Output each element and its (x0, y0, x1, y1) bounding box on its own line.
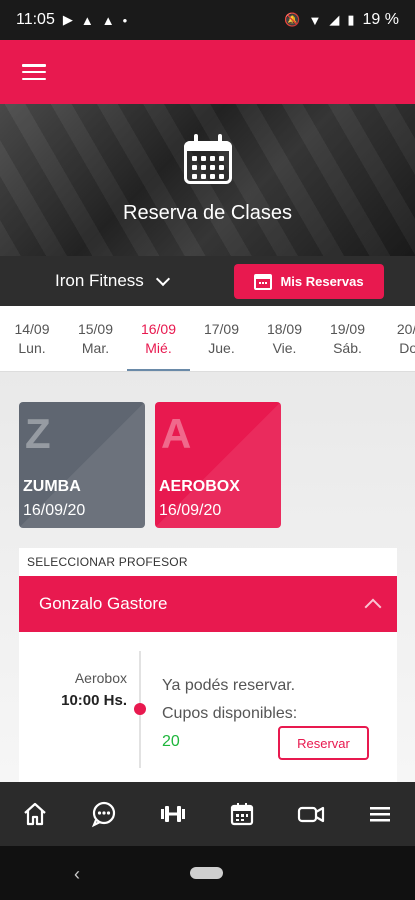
day-date: 19/09 (329, 320, 366, 337)
calendar-icon (183, 134, 232, 184)
class-name: ZUMBA (23, 478, 81, 495)
class-list: Z ZUMBA 16/09/20 A AEROBOX 16/09/20 SELE… (0, 372, 415, 782)
home-gesture-pill[interactable] (190, 867, 223, 879)
class-date: 16/09/20 (159, 502, 222, 519)
day-date: 16/09 (140, 320, 177, 337)
day-weekday: Mié. (145, 339, 172, 356)
menu-icon[interactable] (360, 794, 400, 834)
day-weekday: Vie. (272, 339, 297, 356)
calendar-icon (254, 273, 273, 290)
chevron-up-icon (364, 598, 382, 616)
day-weekday: Sáb. (333, 339, 362, 356)
day-tab[interactable]: 15/09 Mar. (64, 306, 127, 371)
battery-level: 19 % (362, 11, 399, 28)
professor-accordion[interactable]: Gonzalo Gastore (19, 576, 397, 632)
back-icon[interactable]: ‹ (74, 864, 80, 885)
youtube-icon: ▶ (62, 12, 73, 27)
system-nav-bar: ‹ (0, 846, 415, 900)
day-tab[interactable]: 14/09 Lun. (0, 306, 64, 371)
dumbbell-icon[interactable] (153, 794, 193, 834)
slot-cupos-value: 20 (162, 733, 180, 750)
day-selector: 14/09 Lun. 15/09 Mar. 16/09 Mié. 17/09 Jue. … (0, 306, 415, 372)
class-letter: Z (25, 410, 51, 457)
day-date: 17/09 (203, 320, 240, 337)
day-date: 14/09 (14, 320, 50, 337)
status-time: 11:05 (16, 11, 55, 28)
video-icon[interactable] (291, 794, 331, 834)
chat-icon[interactable] (84, 794, 124, 834)
signal-icon: ◢ (329, 12, 340, 27)
calendar-icon[interactable] (222, 794, 262, 834)
gym-bar: Iron Fitness Mis Reservas (0, 256, 415, 306)
class-slot: Aerobox 10:00 Hs. Ya podés reservar. Cup… (19, 632, 397, 782)
reserve-button[interactable]: Reservar (278, 726, 369, 760)
app-notification-icon: ▲ (101, 12, 115, 28)
status-bar: 11:05 ▶ ▲ ▲ • 🔕 ▼ ◢ ▮ 19 % (0, 0, 415, 40)
class-card-aerobox[interactable]: A AEROBOX 16/09/20 (155, 402, 281, 528)
day-weekday: Dor (399, 339, 415, 356)
day-weekday: Lun. (18, 339, 46, 356)
day-tab[interactable]: 17/09 Jue. (190, 306, 253, 371)
class-name: AEROBOX (159, 478, 240, 495)
slot-status: Ya podés reservar. (162, 677, 296, 694)
day-tab[interactable]: 18/09 Vie. (253, 306, 316, 371)
home-icon[interactable] (15, 794, 55, 834)
professor-name: Gonzalo Gastore (39, 594, 168, 613)
chevron-down-icon (155, 271, 170, 286)
day-date: 20/0 (396, 320, 415, 337)
class-letter: A (161, 410, 192, 457)
more-notifications-icon: • (122, 12, 128, 28)
slot-time: 10:00 Hs. (61, 692, 127, 709)
hero-banner: Reserva de Clases (0, 104, 415, 256)
mute-icon: 🔕 (284, 12, 301, 27)
timeline-dot (134, 703, 146, 715)
my-reservations-label: Mis Reservas (280, 274, 364, 289)
class-date: 16/09/20 (23, 502, 86, 519)
day-tab[interactable]: 19/09 Sáb. (316, 306, 379, 371)
wifi-icon: ▼ (308, 12, 322, 28)
panel-label: SELECCIONAR PROFESOR (27, 555, 188, 569)
day-date: 15/09 (77, 320, 114, 337)
day-weekday: Mar. (81, 339, 110, 356)
battery-icon: ▮ (347, 12, 355, 27)
professor-panel: SELECCIONAR PROFESOR Gonzalo Gastore Aer… (19, 548, 397, 782)
slot-class-name: Aerobox (74, 670, 127, 686)
my-reservations-button[interactable]: Mis Reservas (234, 264, 384, 299)
day-weekday: Jue. (208, 339, 235, 356)
app-notification-icon: ▲ (80, 12, 94, 28)
class-card-zumba[interactable]: Z ZUMBA 16/09/20 (19, 402, 145, 528)
bottom-nav (0, 782, 415, 846)
gym-selector[interactable]: Iron Fitness (55, 271, 170, 291)
app-bar (0, 40, 415, 104)
day-tab-selected[interactable]: 16/09 Mié. (127, 306, 190, 371)
page-title: Reserva de Clases (123, 202, 292, 224)
menu-icon[interactable] (22, 64, 46, 80)
day-date: 18/09 (266, 320, 303, 337)
slot-cupos-label: Cupos disponibles: (162, 705, 298, 722)
gym-name: Iron Fitness (55, 271, 144, 290)
day-tab[interactable]: 20/0 Dor (379, 306, 415, 371)
